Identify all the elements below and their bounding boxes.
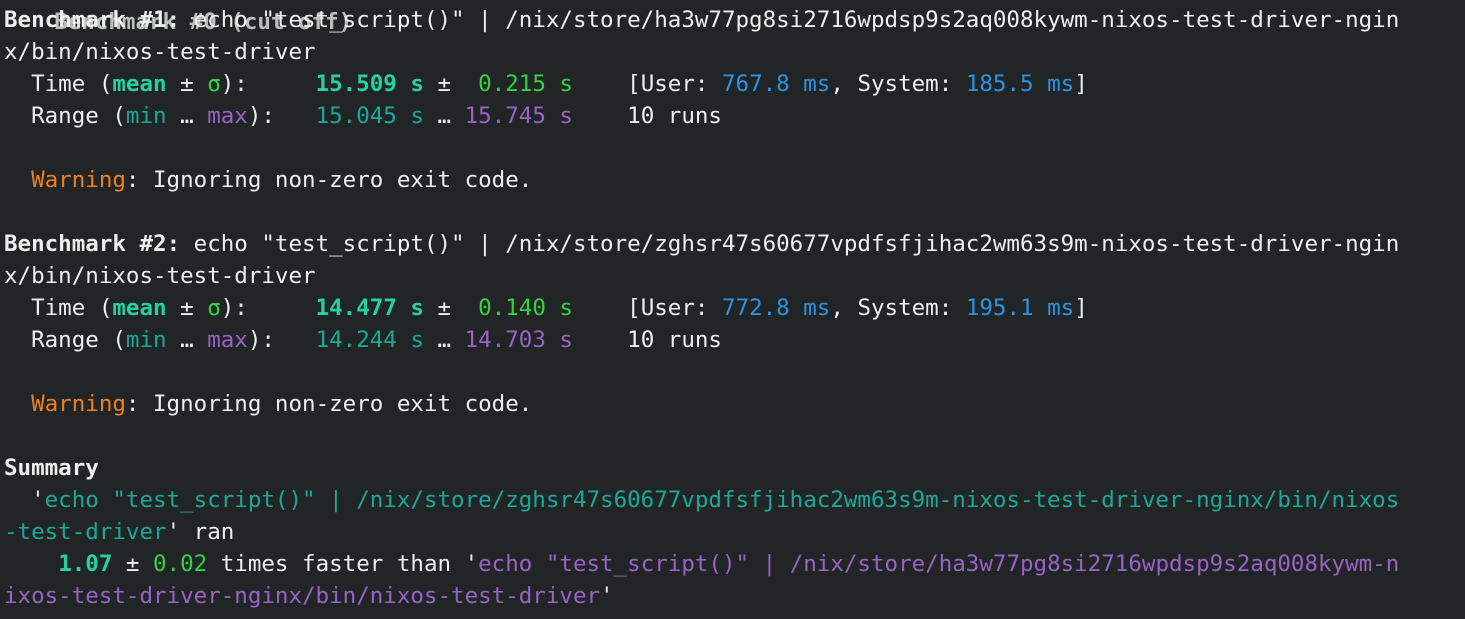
- faster-text: times faster than ': [220, 551, 479, 577]
- plus-minus: ±: [180, 71, 194, 97]
- plus-minus: ±: [180, 295, 194, 321]
- sigma-symbol: σ: [207, 295, 221, 321]
- close-bracket: ]: [1074, 71, 1088, 97]
- range-label-close: ):: [247, 103, 275, 129]
- max-word: max: [207, 327, 248, 353]
- benchmark-1-time-row: Time (mean ± σ): 15.509 s ± 0.215 s [Use…: [4, 68, 1088, 100]
- benchmark-2-command-line-2: x/bin/nixos-test-driver: [4, 263, 316, 289]
- benchmark-2-label: Benchmark #2: [4, 231, 167, 257]
- ran-text: ' ran: [166, 519, 235, 545]
- warning-word: Warning: [31, 391, 126, 417]
- benchmark-1-warning: Warning: Ignoring non-zero exit code.: [4, 164, 532, 196]
- user-value: 772.8 ms: [721, 295, 831, 321]
- mean-value: 15.509 s: [315, 71, 424, 97]
- max-value: 15.745 s: [464, 103, 573, 129]
- benchmark-2-colon: :: [166, 231, 181, 257]
- benchmark-2-time-row: Time (mean ± σ): 14.477 s ± 0.140 s [Use…: [4, 292, 1088, 324]
- system-value: 185.5 ms: [965, 71, 1075, 97]
- range-label-close: ):: [247, 327, 275, 353]
- warning-text: : Ignoring non-zero exit code.: [125, 391, 533, 417]
- warning-word: Warning: [31, 167, 126, 193]
- range-label: Range (: [31, 327, 126, 353]
- terminal-window[interactable]: Benchmark #0 (cut off) Benchmark #1: ech…: [0, 0, 1465, 619]
- quote-open: ': [31, 487, 45, 513]
- benchmark-1-command-line-2: x/bin/nixos-test-driver: [4, 39, 316, 65]
- range-label: Range (: [31, 103, 126, 129]
- quote-close: ': [600, 583, 614, 609]
- sigma-value: 0.215 s: [478, 71, 573, 97]
- time-label: Time (: [31, 71, 113, 97]
- sigma-symbol: σ: [207, 71, 221, 97]
- summary-slow-command-wrap: ixos-test-driver-nginx/bin/nixos-test-dr…: [4, 580, 614, 612]
- fast-command-line-2: -test-driver: [4, 519, 167, 545]
- system-label: , System:: [830, 295, 953, 321]
- benchmark-1-command-wrap: x/bin/nixos-test-driver: [4, 36, 316, 68]
- time-label-close: ):: [220, 295, 248, 321]
- benchmark-1-header: Benchmark #1: echo "test_script()" | /ni…: [4, 4, 1399, 36]
- system-label: , System:: [830, 71, 953, 97]
- sigma-value: 0.140 s: [478, 295, 573, 321]
- summary-comparison-row: 1.07 ± 0.02 times faster than 'echo "tes…: [4, 548, 1399, 580]
- time-label: Time (: [31, 295, 113, 321]
- max-word: max: [207, 103, 248, 129]
- benchmark-1-command-line-1: echo "test_script()" | /nix/store/ha3w77…: [193, 7, 1400, 33]
- close-bracket: ]: [1074, 295, 1088, 321]
- benchmark-2-range-row: Range (min … max): 14.244 s … 14.703 s 1…: [4, 324, 722, 356]
- benchmark-2-command-line-1: echo "test_script()" | /nix/store/zghsr4…: [193, 231, 1400, 257]
- benchmark-1-colon: :: [166, 7, 181, 33]
- summary-heading: Summary: [4, 455, 99, 481]
- ellipsis: …: [437, 327, 452, 353]
- max-value: 14.703 s: [464, 327, 573, 353]
- runs-count: 10 runs: [627, 103, 722, 129]
- plus-minus: ±: [437, 295, 452, 321]
- summary-fast-command-wrap: -test-driver' ran: [4, 516, 234, 548]
- slow-command-line-2: ixos-test-driver-nginx/bin/nixos-test-dr…: [4, 583, 601, 609]
- user-label: [User:: [627, 71, 709, 97]
- ellipsis: …: [437, 103, 452, 129]
- min-value: 14.244 s: [315, 327, 424, 353]
- system-value: 195.1 ms: [965, 295, 1075, 321]
- runs-count: 10 runs: [627, 327, 722, 353]
- min-word: min: [125, 103, 167, 129]
- mean-value: 14.477 s: [315, 295, 424, 321]
- user-label: [User:: [627, 295, 709, 321]
- benchmark-1-range-row: Range (min … max): 15.045 s … 15.745 s 1…: [4, 100, 722, 132]
- benchmark-2-command-wrap: x/bin/nixos-test-driver: [4, 260, 316, 292]
- plus-minus: ±: [125, 551, 140, 577]
- user-value: 767.8 ms: [721, 71, 831, 97]
- speedup-factor: 1.07: [58, 551, 113, 577]
- benchmark-2-header: Benchmark #2: echo "test_script()" | /ni…: [4, 228, 1399, 260]
- min-word: min: [125, 327, 167, 353]
- ellipsis: …: [180, 327, 194, 353]
- benchmark-2-warning: Warning: Ignoring non-zero exit code.: [4, 388, 532, 420]
- ellipsis: …: [180, 103, 194, 129]
- summary-heading-row: Summary: [4, 452, 99, 484]
- speedup-error: 0.02: [153, 551, 208, 577]
- summary-fast-command-row: 'echo "test_script()" | /nix/store/zghsr…: [4, 484, 1399, 516]
- slow-command-line-1: echo "test_script()" | /nix/store/ha3w77…: [478, 551, 1400, 577]
- time-label-close: ):: [220, 71, 248, 97]
- fast-command-line-1: echo "test_script()" | /nix/store/zghsr4…: [44, 487, 1400, 513]
- plus-minus: ±: [437, 71, 452, 97]
- benchmark-1-label: Benchmark #1: [4, 7, 167, 33]
- min-value: 15.045 s: [315, 103, 424, 129]
- warning-text: : Ignoring non-zero exit code.: [125, 167, 533, 193]
- mean-word: mean: [112, 295, 167, 321]
- mean-word: mean: [112, 71, 167, 97]
